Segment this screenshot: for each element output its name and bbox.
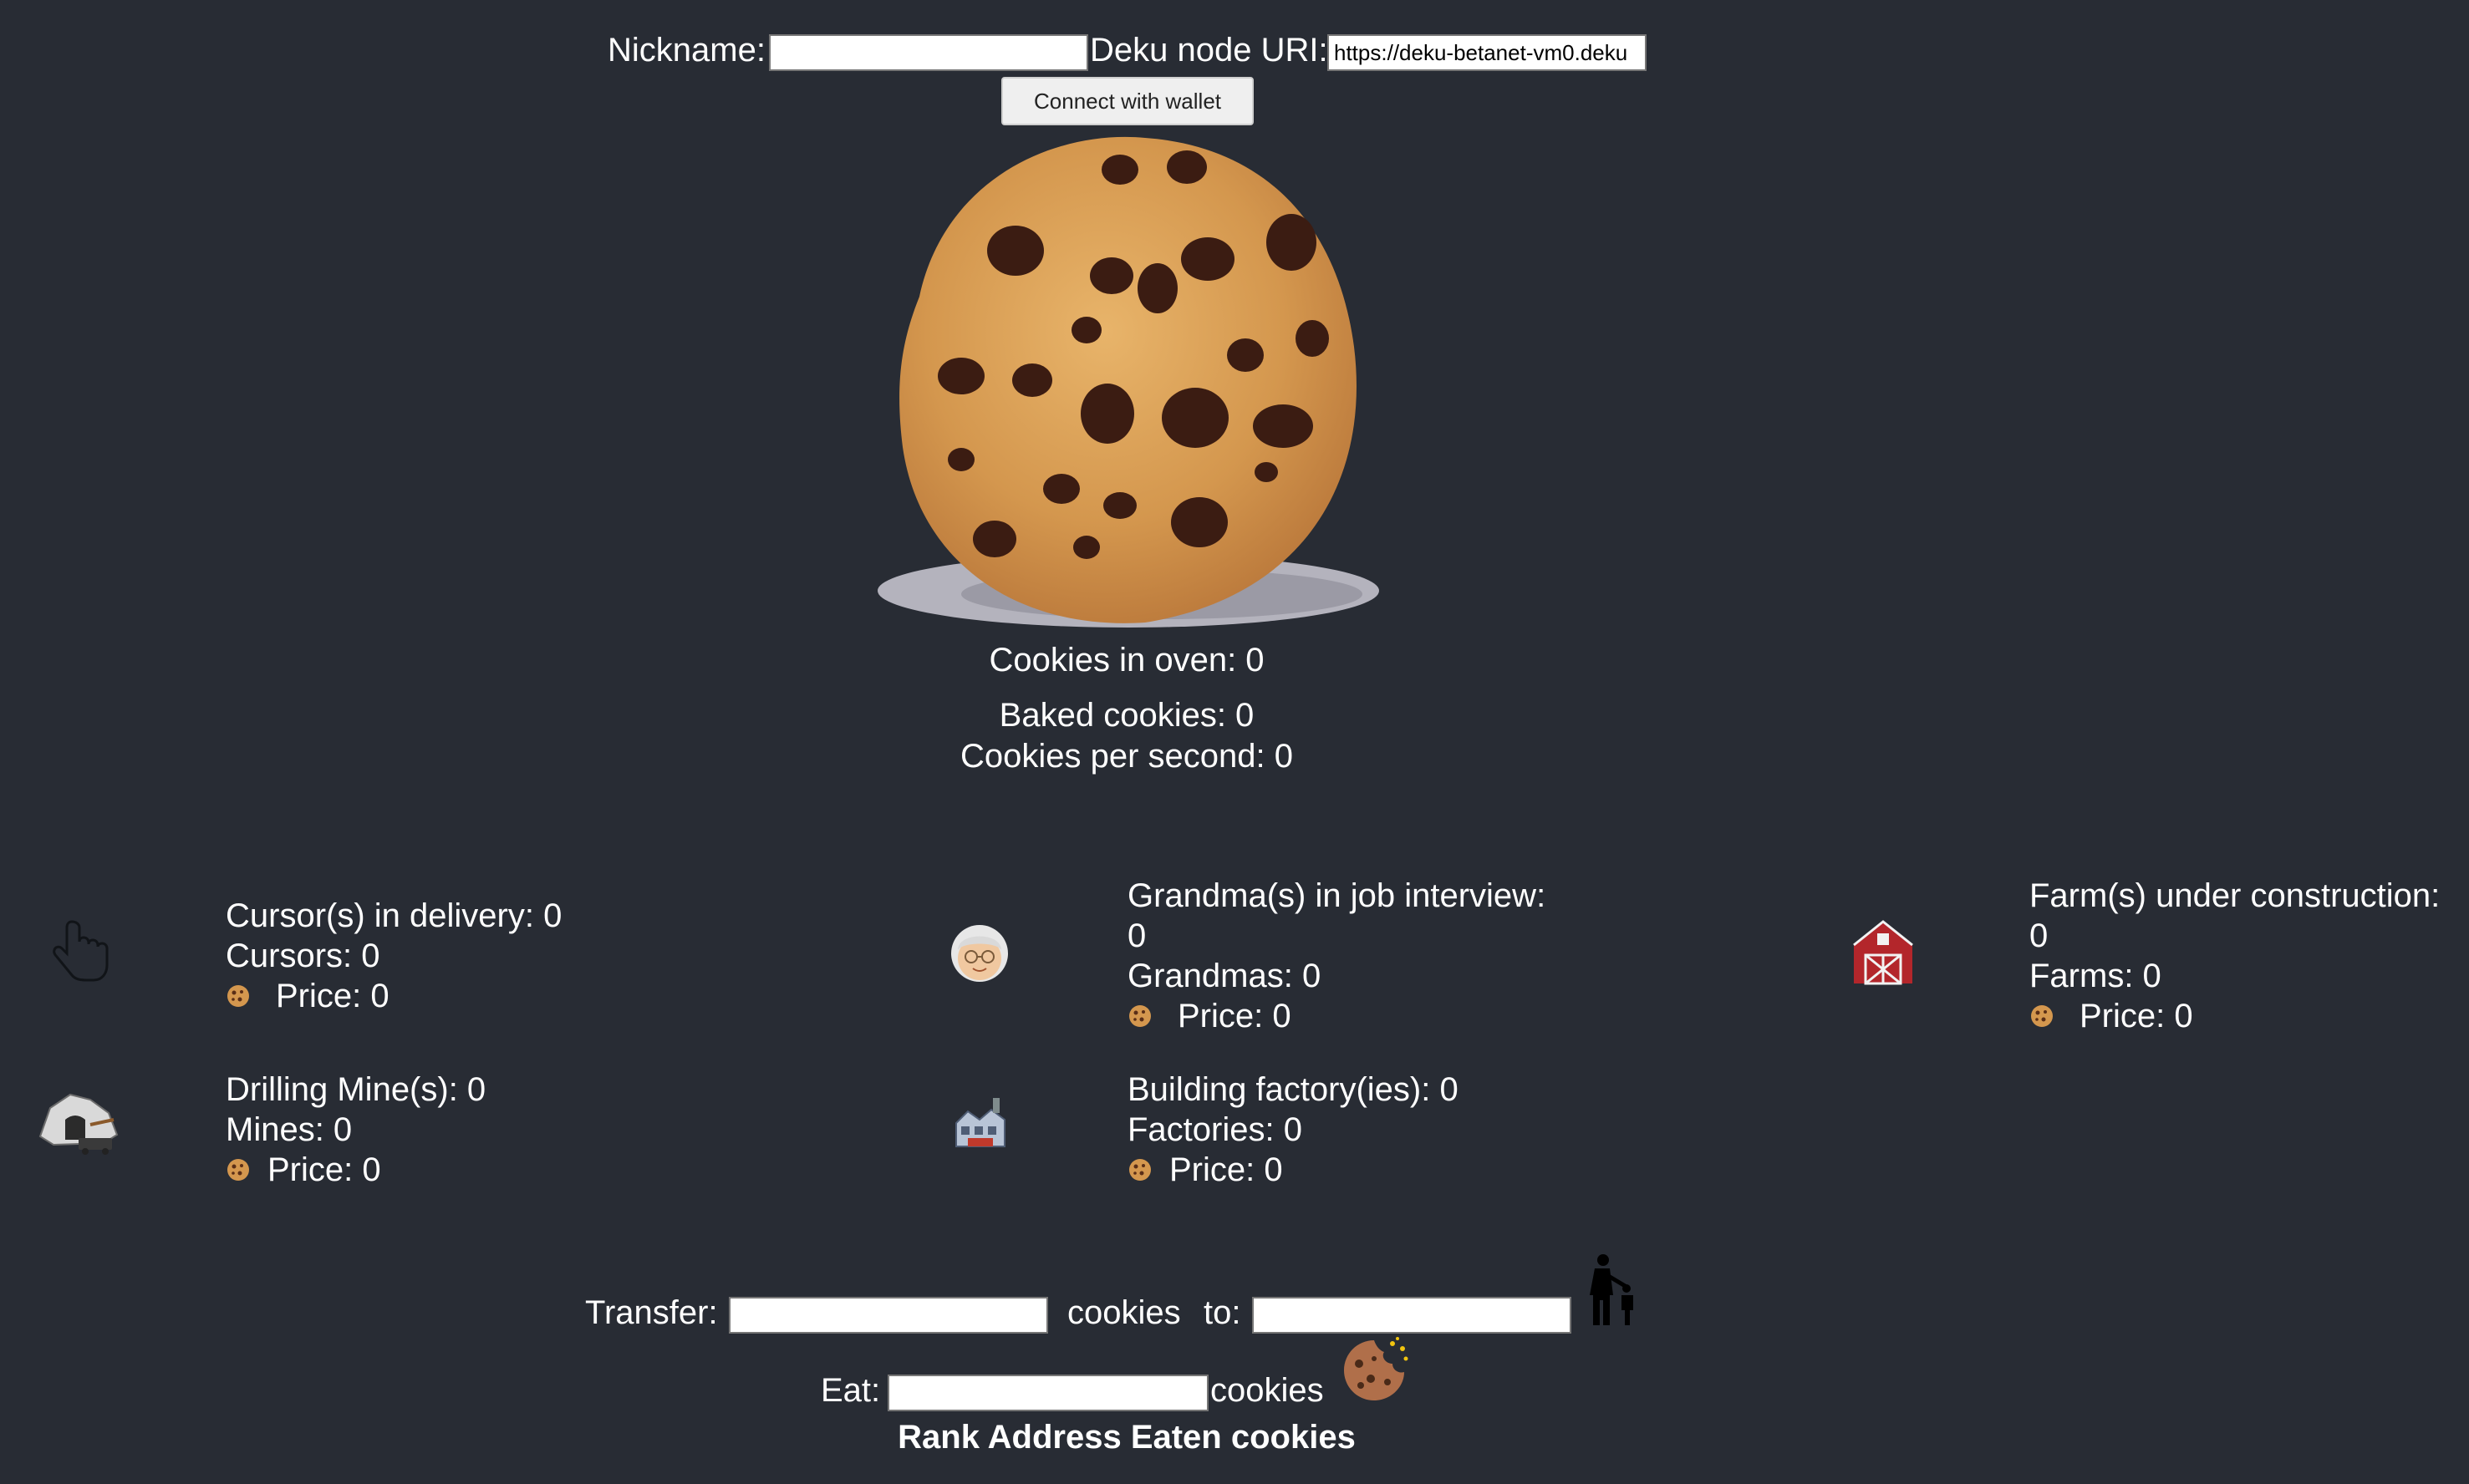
cookie-coin-icon: [2031, 1005, 2053, 1027]
cursor-count: Cursors: 0: [226, 938, 380, 974]
mine-price-row: Price: 0: [226, 1150, 486, 1190]
nickname-label: Nickname:: [608, 32, 766, 69]
cookie-coin-icon: [227, 1159, 249, 1181]
eat-cookies-label: cookies: [1210, 1372, 1324, 1409]
factory-pending: Building factory(ies): 0: [1128, 1071, 1458, 1108]
leaderboard-eaten-header: Eaten cookies: [1130, 1419, 1356, 1456]
farm-price: Price: 0: [2080, 998, 2193, 1034]
eat-amount-input[interactable]: [888, 1375, 1209, 1411]
cursor-price: Price: 0: [276, 978, 389, 1014]
deku-uri-label: Deku node URI:: [1090, 32, 1328, 69]
leaderboard-header: Rank Address Eaten cookies: [792, 1417, 1461, 1457]
farm-price-row: Price: 0: [2029, 996, 2440, 1036]
factory-count: Factories: 0: [1128, 1111, 1302, 1148]
grandma-count: Grandmas: 0: [1128, 958, 1321, 994]
barn-icon[interactable]: [1849, 917, 1917, 985]
cursor-price-row: Price: 0: [226, 976, 562, 1016]
grandma-price-row: Price: 0: [1128, 996, 1545, 1036]
transfer-recipient-input[interactable]: [1252, 1297, 1571, 1334]
transfer-amount-input[interactable]: [729, 1297, 1048, 1334]
mine-icon[interactable]: [37, 1086, 120, 1156]
eat-label: Eat:: [821, 1372, 881, 1409]
grandma-pending: Grandma(s) in job interview:: [1128, 877, 1546, 914]
mine-count: Mines: 0: [226, 1111, 353, 1148]
factory-price: Price: 0: [1169, 1151, 1283, 1188]
grandma-price: Price: 0: [1178, 998, 1291, 1034]
mine-price: Price: 0: [267, 1151, 381, 1188]
farm-info: Farm(s) under construction: 0 Farms: 0 P…: [2029, 876, 2440, 1036]
mine-info: Drilling Mine(s): 0 Mines: 0 Price: 0: [226, 1070, 486, 1190]
grandma-icon[interactable]: [948, 920, 1011, 983]
transfer-label: Transfer:: [585, 1294, 718, 1331]
big-cookie-icon[interactable]: [869, 130, 1387, 631]
grandma-info: Grandma(s) in job interview: 0 Grandmas:…: [1128, 876, 1545, 1036]
bitten-cookie-icon[interactable]: [1341, 1335, 1411, 1405]
transfer-to-label: to:: [1204, 1294, 1241, 1331]
connect-wallet-button[interactable]: Connect with wallet: [1001, 77, 1254, 125]
cookie-coin-icon: [227, 985, 249, 1007]
factory-price-row: Price: 0: [1128, 1150, 1458, 1190]
transfer-cookies-label: cookies: [1067, 1294, 1181, 1331]
farm-pending: Farm(s) under construction:: [2029, 877, 2441, 914]
deku-uri-input[interactable]: [1327, 34, 1647, 71]
leaderboard-rank-header: Rank: [898, 1419, 980, 1456]
cookies-in-oven: Cookies in oven: 0: [989, 642, 1265, 678]
cookies-per-second: Cookies per second: 0: [960, 738, 1293, 775]
nickname-input[interactable]: [769, 34, 1088, 71]
cursor-pending: Cursor(s) in delivery: 0: [226, 897, 563, 934]
pointing-hand-icon[interactable]: [47, 917, 114, 983]
farm-pending-value: 0: [2029, 917, 2049, 954]
factory-icon[interactable]: [953, 1095, 1008, 1150]
leaderboard-address-header: Address: [987, 1419, 1122, 1456]
baked-cookies: Baked cookies: 0: [999, 697, 1255, 734]
farm-count: Farms: 0: [2029, 958, 2161, 994]
cursor-info: Cursor(s) in delivery: 0 Cursors: 0 Pric…: [226, 896, 562, 1016]
person-giving-icon[interactable]: [1585, 1253, 1638, 1327]
mine-pending: Drilling Mine(s): 0: [226, 1071, 486, 1108]
factory-info: Building factory(ies): 0 Factories: 0 Pr…: [1128, 1070, 1458, 1190]
grandma-pending-value: 0: [1128, 917, 1147, 954]
cookie-coin-icon: [1129, 1005, 1151, 1027]
cookie-coin-icon: [1129, 1159, 1151, 1181]
